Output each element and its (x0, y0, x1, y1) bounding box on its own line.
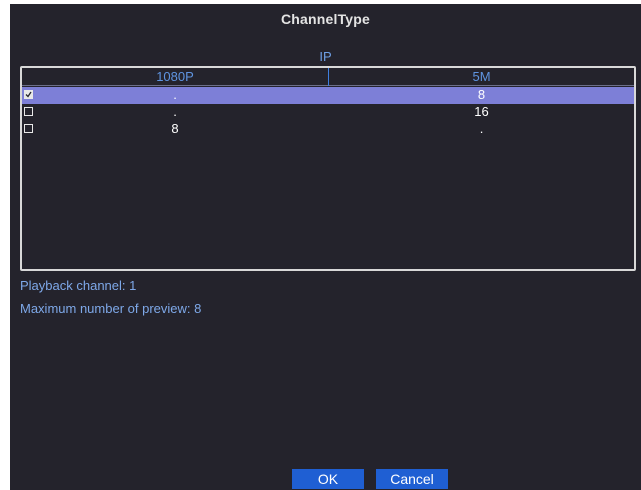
column-header-5m[interactable]: 5M (329, 69, 634, 85)
cell-5m: 8 (477, 87, 486, 102)
table-row[interactable]: 8 . (22, 121, 634, 138)
table-header: 1080P 5M (22, 68, 634, 86)
channel-type-table: 1080P 5M . 8 . 16 8 . (20, 66, 636, 271)
column-header-1080p[interactable]: 1080P (22, 69, 328, 85)
table-row[interactable]: . 8 (22, 87, 634, 104)
cell-5m: . (479, 121, 484, 136)
ok-button[interactable]: OK (292, 469, 364, 489)
cell-5m: 16 (474, 104, 489, 119)
cell-1080p: 8 (171, 121, 179, 136)
playback-channel-info: Playback channel: 1 (20, 278, 137, 293)
dialog-title: ChannelType (280, 11, 371, 27)
section-label-ip: IP (319, 49, 332, 64)
table-row[interactable]: . 16 (22, 104, 634, 121)
cell-1080p: . (173, 104, 177, 119)
cancel-button[interactable]: Cancel (376, 469, 448, 489)
max-preview-info: Maximum number of preview: 8 (20, 301, 202, 316)
cell-1080p: . (173, 87, 177, 102)
channel-type-dialog: ChannelType IP 1080P 5M . 8 . 16 8 . Pla… (10, 4, 641, 490)
